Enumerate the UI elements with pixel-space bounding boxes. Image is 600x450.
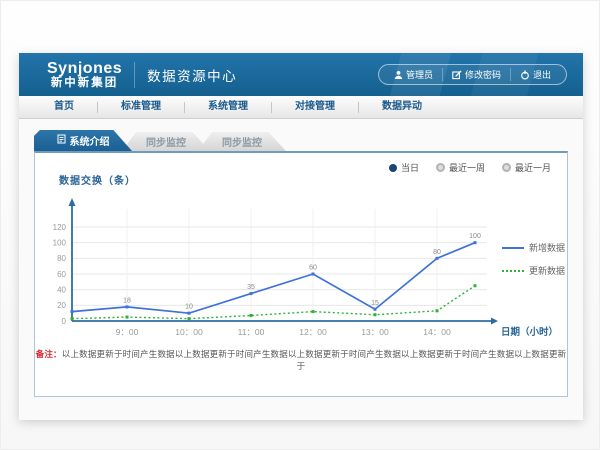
content-area: 系统介绍 同步监控 同步监控 当日 最近一周 (19, 119, 583, 420)
svg-text:12：00: 12：00 (299, 327, 327, 337)
svg-text:120: 120 (53, 223, 67, 232)
tab-system-intro[interactable]: 系统介绍 (34, 130, 132, 151)
svg-text:60: 60 (309, 265, 317, 272)
user-actions-pill: 管理员 修改密码 退出 (378, 64, 567, 85)
brand-logo-cn: 新中新集团 (47, 77, 122, 89)
logout-label: 退出 (533, 68, 551, 81)
user-icon (394, 70, 403, 80)
dotted-line-icon (502, 270, 524, 272)
svg-text:10: 10 (185, 304, 193, 311)
time-range-filters: 当日 最近一周 最近一月 (389, 161, 551, 174)
svg-text:100: 100 (53, 238, 67, 247)
svg-text:40: 40 (57, 285, 66, 294)
legend-update-data-label: 更新数据 (529, 264, 565, 277)
chart-legend: 新增数据 更新数据 (502, 241, 565, 277)
nav-item-data-change[interactable]: 数据异动 (359, 96, 445, 118)
tab-sync-monitor-2-label: 同步监控 (222, 134, 262, 149)
filter-today-label: 当日 (401, 161, 419, 174)
brand-logo-en: Synjones (47, 60, 122, 77)
filter-last-month-label: 最近一月 (515, 161, 551, 174)
filter-last-week[interactable]: 最近一周 (436, 161, 485, 174)
filter-today[interactable]: 当日 (389, 161, 419, 174)
admin-user-button[interactable]: 管理员 (385, 68, 442, 81)
solid-line-icon (502, 247, 524, 249)
page-title: 数据资源中心 (147, 65, 237, 85)
brand-logo: Synjones 新中新集团 (47, 60, 122, 90)
svg-text:9：00: 9：00 (116, 327, 139, 337)
svg-text:18: 18 (123, 297, 131, 304)
tab-system-intro-label: 系统介绍 (70, 133, 110, 148)
document-icon (57, 134, 66, 147)
footer-note-body: 以上数据更新于时间产生数据以上数据更新于时间产生数据以上数据更新于时间产生数据以… (62, 349, 567, 371)
power-icon (520, 70, 530, 80)
app-window: Synjones 新中新集团 数据资源中心 管理员 修改密码 (19, 53, 583, 419)
line-chart: 0 20 40 60 80 100 120 9：00 10：00 11：00 12：00 13：00 1… (47, 193, 567, 345)
svg-text:13：00: 13：00 (361, 327, 389, 337)
footer-note: 备注：以上数据更新于时间产生数据以上数据更新于时间产生数据以上数据更新于时间产生… (35, 348, 567, 372)
footer-note-prefix: 备注： (36, 349, 62, 359)
legend-item-new-data: 新增数据 (502, 241, 565, 254)
svg-text:80: 80 (433, 249, 441, 256)
chart-panel: 当日 最近一周 最近一月 数据交换（条） 0 20 40 60 80 100 120 9：00… (34, 151, 568, 397)
nav-item-home[interactable]: 首页 (31, 96, 97, 118)
nav-item-interface-mgmt[interactable]: 对接管理 (272, 96, 358, 118)
screenshot-stage: Synjones 新中新集团 数据资源中心 管理员 修改密码 (0, 0, 600, 450)
svg-text:15: 15 (371, 300, 379, 307)
legend-new-data-label: 新增数据 (529, 241, 565, 254)
logout-button[interactable]: 退出 (510, 68, 560, 81)
chart-container: 0 20 40 60 80 100 120 9：00 10：00 11：00 12：00 13：00 1… (47, 193, 567, 345)
svg-text:35: 35 (247, 284, 255, 291)
tab-sync-monitor-1[interactable]: 同步监控 (122, 132, 210, 151)
legend-item-update-data: 更新数据 (502, 264, 565, 277)
svg-text:60: 60 (57, 270, 66, 279)
filter-last-week-label: 最近一周 (449, 161, 485, 174)
main-nav: 首页 标准管理 系统管理 对接管理 数据异动 (19, 96, 583, 119)
app-header: Synjones 新中新集团 数据资源中心 管理员 修改密码 (19, 53, 583, 96)
tab-sync-monitor-2[interactable]: 同步监控 (198, 132, 286, 151)
radio-selected-icon (389, 164, 397, 172)
filter-last-month[interactable]: 最近一月 (502, 161, 551, 174)
change-password-label: 修改密码 (465, 68, 501, 81)
edit-icon (452, 70, 462, 80)
svg-text:11：00: 11：00 (238, 327, 265, 337)
svg-text:10：00: 10：00 (175, 327, 203, 337)
svg-text:100: 100 (469, 233, 481, 240)
change-password-button[interactable]: 修改密码 (442, 68, 510, 81)
tab-sync-monitor-1-label: 同步监控 (146, 134, 186, 149)
tab-bar: 系统介绍 同步监控 同步监控 (19, 119, 583, 151)
svg-text:日期（小时）: 日期（小时） (501, 326, 558, 338)
svg-text:14：00: 14：00 (423, 327, 451, 337)
svg-text:80: 80 (57, 254, 66, 263)
radio-unselected-icon (502, 163, 511, 172)
nav-item-standard-mgmt[interactable]: 标准管理 (98, 96, 184, 118)
radio-unselected-icon (436, 163, 445, 172)
y-axis-title: 数据交换（条） (59, 172, 136, 187)
svg-text:20: 20 (57, 301, 66, 310)
svg-text:0: 0 (62, 317, 67, 326)
header-divider (134, 62, 135, 88)
nav-item-system-mgmt[interactable]: 系统管理 (185, 96, 271, 118)
admin-user-label: 管理员 (406, 68, 433, 81)
